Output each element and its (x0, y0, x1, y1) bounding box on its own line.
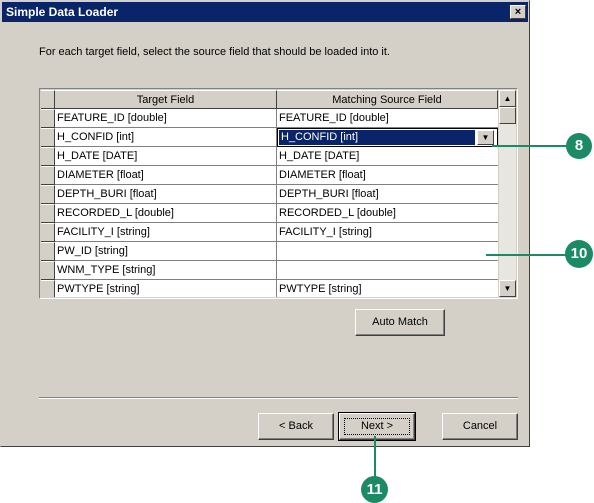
target-field-cell: H_CONFID [int] (55, 128, 277, 147)
table-row[interactable]: H_DATE [DATE] H_DATE [DATE] (41, 147, 498, 166)
next-button[interactable]: Next > (338, 412, 416, 441)
row-header[interactable] (41, 223, 55, 242)
table-row[interactable]: FEATURE_ID [double] FEATURE_ID [double] (41, 109, 498, 128)
row-header[interactable] (41, 261, 55, 280)
target-field-cell: RECORDED_L [double] (55, 204, 277, 223)
callout-8-line (492, 145, 567, 147)
row-header[interactable] (41, 242, 55, 261)
source-field-cell[interactable]: DIAMETER [float] (277, 166, 498, 185)
instruction-text: For each target field, select the source… (39, 46, 390, 58)
source-field-header[interactable]: Matching Source Field (277, 90, 498, 109)
source-field-cell[interactable]: RECORDED_L [double] (277, 204, 498, 223)
target-field-cell: FEATURE_ID [double] (55, 109, 277, 128)
field-mapping-grid: Target Field Matching Source Field FEATU… (39, 88, 518, 299)
source-field-cell[interactable]: FACILITY_I [string] (277, 223, 498, 242)
scroll-up-icon[interactable]: ▲ (499, 90, 516, 107)
row-header[interactable] (41, 109, 55, 128)
target-field-header[interactable]: Target Field (55, 90, 277, 109)
vertical-scrollbar[interactable]: ▲ ▼ (499, 90, 516, 297)
chevron-down-icon[interactable]: ▼ (477, 130, 494, 145)
table-row[interactable]: RECORDED_L [double] RECORDED_L [double] (41, 204, 498, 223)
target-field-cell: H_DATE [DATE] (55, 147, 277, 166)
table-row[interactable]: DIAMETER [float] DIAMETER [float] (41, 166, 498, 185)
target-field-cell: FACILITY_I [string] (55, 223, 277, 242)
grid-body: Target Field Matching Source Field FEATU… (41, 90, 498, 297)
table-row[interactable]: PW_ID [string] (41, 242, 498, 261)
target-field-cell: DIAMETER [float] (55, 166, 277, 185)
source-field-cell[interactable]: H_DATE [DATE] (277, 147, 498, 166)
title-bar: Simple Data Loader × (2, 2, 528, 22)
target-field-cell: PW_ID [string] (55, 242, 277, 261)
row-header[interactable] (41, 147, 55, 166)
source-field-combobox[interactable]: H_CONFID [int] ▼ (277, 128, 498, 147)
callout-10-badge: 10 (565, 240, 593, 268)
row-header[interactable] (41, 280, 55, 297)
grid-header-row: Target Field Matching Source Field (41, 90, 498, 109)
back-button[interactable]: < Back (258, 413, 334, 440)
scrollbar-thumb[interactable] (499, 107, 516, 124)
table-row[interactable]: PWTYPE [string] PWTYPE [string] (41, 280, 498, 297)
target-field-cell: WNM_TYPE [string] (55, 261, 277, 280)
source-field-cell[interactable] (277, 261, 498, 280)
source-field-cell[interactable]: DEPTH_BURI [float] (277, 185, 498, 204)
target-field-cell: PWTYPE [string] (55, 280, 277, 297)
row-header[interactable] (41, 185, 55, 204)
source-field-selected-value[interactable]: H_CONFID [int] (279, 130, 475, 145)
source-field-cell[interactable] (277, 242, 498, 261)
callout-8-badge: 8 (566, 133, 592, 159)
row-header[interactable] (41, 204, 55, 223)
target-field-cell: DEPTH_BURI [float] (55, 185, 277, 204)
source-field-cell[interactable]: FEATURE_ID [double] (277, 109, 498, 128)
window-title: Simple Data Loader (6, 5, 119, 19)
callout-11-badge: 11 (361, 476, 388, 503)
table-row[interactable]: DEPTH_BURI [float] DEPTH_BURI [float] (41, 185, 498, 204)
source-field-cell[interactable]: PWTYPE [string] (277, 280, 498, 297)
close-button[interactable]: × (510, 5, 526, 19)
cancel-button[interactable]: Cancel (442, 413, 518, 440)
row-header[interactable] (41, 128, 55, 147)
scroll-down-icon[interactable]: ▼ (499, 280, 516, 297)
divider (39, 397, 518, 399)
table-row[interactable]: FACILITY_I [string] FACILITY_I [string] (41, 223, 498, 242)
callout-11-line (374, 436, 376, 480)
callout-10-line (486, 254, 566, 256)
header-corner (41, 90, 55, 109)
table-row[interactable]: WNM_TYPE [string] (41, 261, 498, 280)
table-row[interactable]: H_CONFID [int] H_CONFID [int] ▼ (41, 128, 498, 147)
simple-data-loader-dialog: Simple Data Loader × For each target fie… (0, 0, 530, 447)
auto-match-button[interactable]: Auto Match (355, 309, 445, 336)
row-header[interactable] (41, 166, 55, 185)
